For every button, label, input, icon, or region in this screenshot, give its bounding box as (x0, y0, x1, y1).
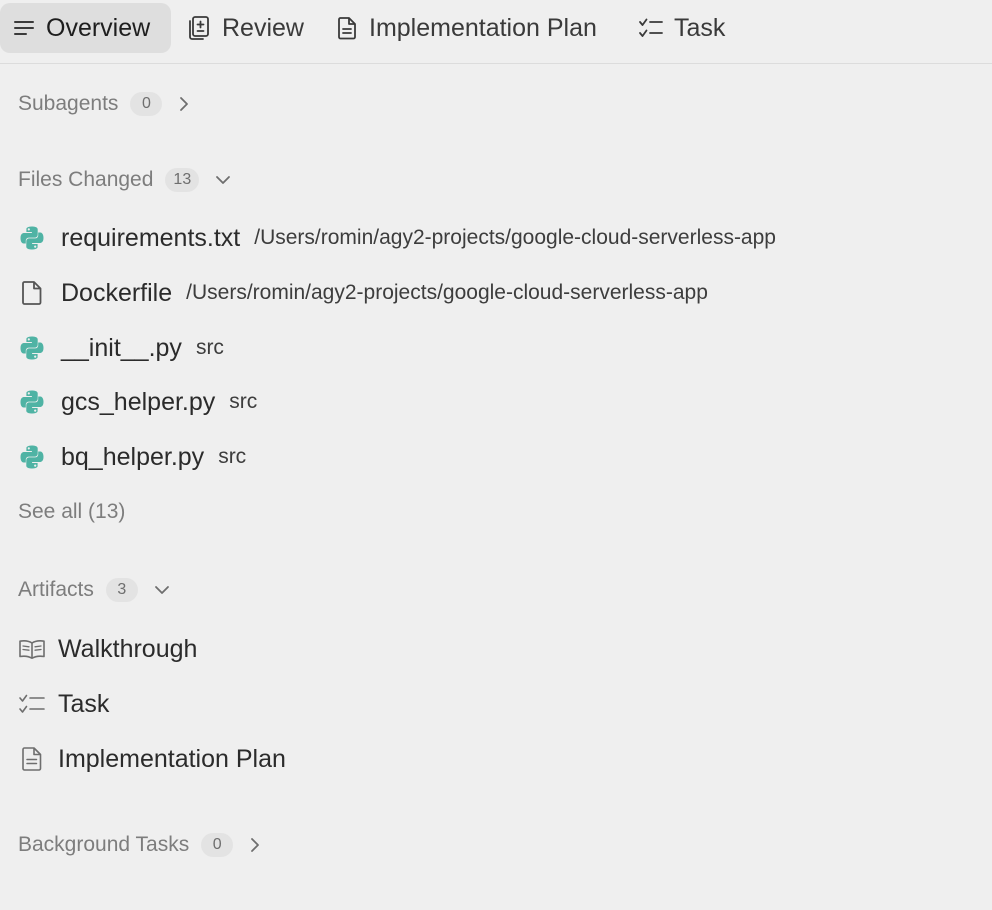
file-name: gcs_helper.py (61, 387, 216, 416)
file-item-bq-helper[interactable]: bq_helper.py src (18, 437, 246, 477)
artifact-item-walkthrough[interactable]: Walkthrough (18, 629, 197, 669)
file-path: /Users/romin/agy2-projects/google-cloud-… (254, 226, 776, 249)
file-item-gcs-helper[interactable]: gcs_helper.py src (18, 382, 257, 422)
artifact-label: Implementation Plan (58, 744, 286, 773)
count-badge: 3 (105, 578, 138, 602)
file-item-dockerfile[interactable]: Dockerfile /Users/romin/agy2-projects/go… (18, 273, 708, 313)
file-path: src (195, 336, 224, 359)
tab-bar: Overview Review Implementation Plan Task (0, 0, 992, 64)
artifact-item-task[interactable]: Task (18, 684, 109, 724)
chevron-down-icon (154, 586, 169, 594)
review-document-icon (189, 16, 209, 40)
tab-label: Task (674, 13, 726, 42)
python-icon (18, 334, 46, 362)
file-name: bq_helper.py (61, 442, 205, 471)
menu-lines-icon (14, 21, 34, 35)
file-item-requirements[interactable]: requirements.txt /Users/romin/agy2-proje… (18, 218, 776, 258)
checklist-icon (18, 690, 46, 718)
file-item-init[interactable]: __init__.py src (18, 328, 224, 368)
file-path: src (218, 445, 247, 468)
python-icon (18, 224, 46, 252)
tab-implementation-plan[interactable]: Implementation Plan (337, 3, 597, 53)
file-name: Dockerfile (61, 278, 173, 307)
artifacts-header[interactable]: Artifacts 3 (18, 575, 170, 605)
chevron-right-icon (180, 97, 189, 111)
see-all-files-link[interactable]: See all (13) (18, 500, 125, 524)
document-icon (338, 17, 356, 40)
file-path: /Users/romin/agy2-projects/google-cloud-… (186, 281, 708, 304)
count-badge: 13 (165, 168, 200, 192)
section-title: Background Tasks (18, 833, 190, 856)
count-badge: 0 (130, 92, 163, 116)
files-changed-header[interactable]: Files Changed 13 (18, 165, 231, 195)
file-name: __init__.py (61, 333, 182, 362)
file-path: src (229, 390, 258, 413)
section-title: Files Changed (18, 168, 154, 191)
python-icon (18, 388, 46, 416)
tab-label: Overview (46, 13, 151, 42)
tab-review[interactable]: Review (187, 3, 304, 53)
file-icon (18, 279, 46, 307)
artifact-label: Task (58, 689, 110, 718)
checklist-icon (639, 18, 663, 37)
tab-overview[interactable]: Overview (0, 3, 171, 53)
section-title: Subagents (18, 92, 119, 115)
section-title: Artifacts (18, 578, 94, 601)
artifact-label: Walkthrough (58, 634, 198, 663)
subagents-header[interactable]: Subagents 0 (18, 89, 190, 119)
file-name: requirements.txt (61, 223, 241, 252)
tab-label: Review (222, 13, 304, 42)
book-icon (18, 635, 46, 663)
artifact-item-implementation-plan[interactable]: Implementation Plan (18, 739, 286, 779)
count-badge: 0 (201, 833, 234, 857)
document-icon (18, 745, 46, 773)
tab-task[interactable]: Task (638, 3, 725, 53)
background-tasks-header[interactable]: Background Tasks 0 (18, 830, 261, 860)
tab-label: Implementation Plan (369, 13, 597, 42)
chevron-right-icon (251, 838, 260, 852)
python-icon (18, 443, 46, 471)
chevron-down-icon (216, 176, 231, 184)
